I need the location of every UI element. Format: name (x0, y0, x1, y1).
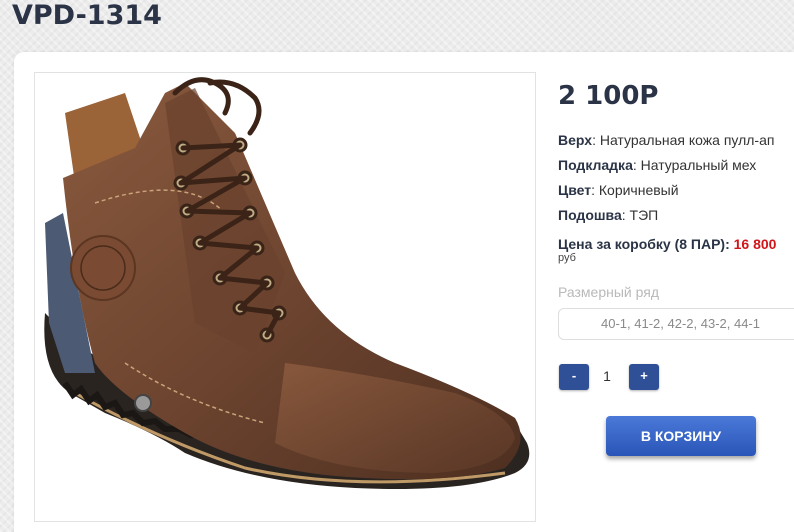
box-price-value: 16 800 (733, 236, 777, 252)
spec-label: Подкладка (558, 157, 633, 173)
product-photo[interactable] (34, 72, 536, 522)
quantity-input[interactable]: 1 (592, 368, 622, 384)
spec-value: : Коричневый (591, 182, 679, 198)
box-price: Цена за коробку (8 ПАР): 16 800 (558, 236, 776, 252)
quantity-decrease-button[interactable]: - (559, 364, 589, 390)
page-title: VPD-1314 (12, 0, 162, 31)
spec-label: Цвет (558, 182, 592, 198)
product-price: 2 100Р (558, 81, 659, 111)
spec-label: Подошва (558, 207, 622, 223)
quantity-increase-button[interactable]: + (629, 364, 659, 390)
size-range-label: Размерный ряд (558, 284, 660, 300)
spec-value: : Натуральный мех (632, 157, 757, 173)
spec-value: : Натуральная кожа пулл-ап (592, 132, 775, 148)
box-price-currency: руб (558, 252, 576, 264)
box-price-label: Цена за коробку (8 ПАР): (558, 236, 730, 252)
add-to-cart-button[interactable]: В КОРЗИНУ (606, 416, 756, 456)
size-range-select[interactable]: 40-1, 41-2, 42-2, 43-2, 44-1 (558, 308, 794, 340)
boot-image (44, 77, 530, 489)
spec-label: Верх (558, 132, 593, 148)
spec-color: Цвет: Коричневый (558, 182, 679, 198)
spec-value: : ТЭП (621, 207, 659, 223)
spec-sole: Подошва: ТЭП (558, 207, 658, 223)
spec-lining: Подкладка: Натуральный мех (558, 157, 756, 173)
spec-upper: Верх: Натуральная кожа пулл-ап (558, 132, 774, 148)
